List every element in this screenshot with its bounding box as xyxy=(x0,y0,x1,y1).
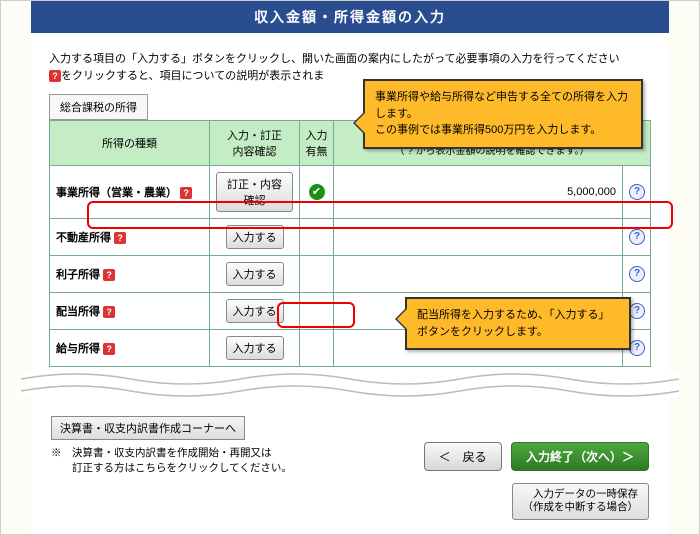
row-label: 配当所得 ? xyxy=(50,293,210,330)
back-button[interactable]: ＜ 戻る xyxy=(424,442,502,471)
amount-cell xyxy=(334,256,623,293)
input-button[interactable]: 入力する xyxy=(226,262,284,286)
header-input: 入力・訂正 内容確認 xyxy=(210,121,300,166)
input-button[interactable]: 訂正・内容確認 xyxy=(216,172,293,212)
input-button[interactable]: 入力する xyxy=(226,336,284,360)
help-circle-icon[interactable]: ? xyxy=(629,266,645,282)
amount-cell: 5,000,000 xyxy=(334,166,623,219)
amount-cell xyxy=(334,219,623,256)
check-icon: ✔ xyxy=(309,184,325,200)
row-label: 事業所得（営業・農業） ? xyxy=(50,166,210,219)
table-row: 事業所得（営業・農業） ?訂正・内容確認 ✔ 5,000,000? xyxy=(50,166,651,219)
help-icon[interactable]: ? xyxy=(103,343,115,355)
save-draft-button[interactable]: 入力データの一時保存 （作成を中断する場合） xyxy=(512,483,650,520)
header-has: 入力 有無 xyxy=(300,121,334,166)
help-icon[interactable]: ? xyxy=(103,269,115,281)
help-circle-icon[interactable]: ? xyxy=(629,303,645,319)
callout-top: 事業所得や給与所得など申告する全ての所得を入力します。 この事例では事業所得50… xyxy=(363,79,643,149)
help-icon[interactable]: ? xyxy=(180,187,192,199)
wave-separator xyxy=(21,373,679,397)
help-circle-icon[interactable]: ? xyxy=(629,340,645,356)
help-icon[interactable]: ? xyxy=(114,232,126,244)
help-icon: ? xyxy=(49,70,61,82)
row-label: 利子所得 ? xyxy=(50,256,210,293)
next-button[interactable]: 入力終了（次へ）＞ xyxy=(511,442,649,471)
input-button[interactable]: 入力する xyxy=(226,225,284,249)
header-kind: 所得の種類 xyxy=(50,121,210,166)
row-label: 給与所得 ? xyxy=(50,330,210,367)
help-circle-icon[interactable]: ? xyxy=(629,229,645,245)
table-row: 不動産所得 ? 入力する? xyxy=(50,219,651,256)
input-button[interactable]: 入力する xyxy=(226,299,284,323)
callout-dividend: 配当所得を入力するため、「入力する」ボタンをクリックします。 xyxy=(405,297,631,350)
financial-statement-link[interactable]: 決算書・収支内訳書作成コーナーへ xyxy=(51,416,245,440)
table-row: 利子所得 ? 入力する? xyxy=(50,256,651,293)
tab-comprehensive-tax[interactable]: 総合課税の所得 xyxy=(49,94,148,120)
row-label: 不動産所得 ? xyxy=(50,219,210,256)
page-title: 収入金額・所得金額の入力 xyxy=(31,1,669,33)
help-circle-icon[interactable]: ? xyxy=(629,184,645,200)
help-icon[interactable]: ? xyxy=(103,306,115,318)
